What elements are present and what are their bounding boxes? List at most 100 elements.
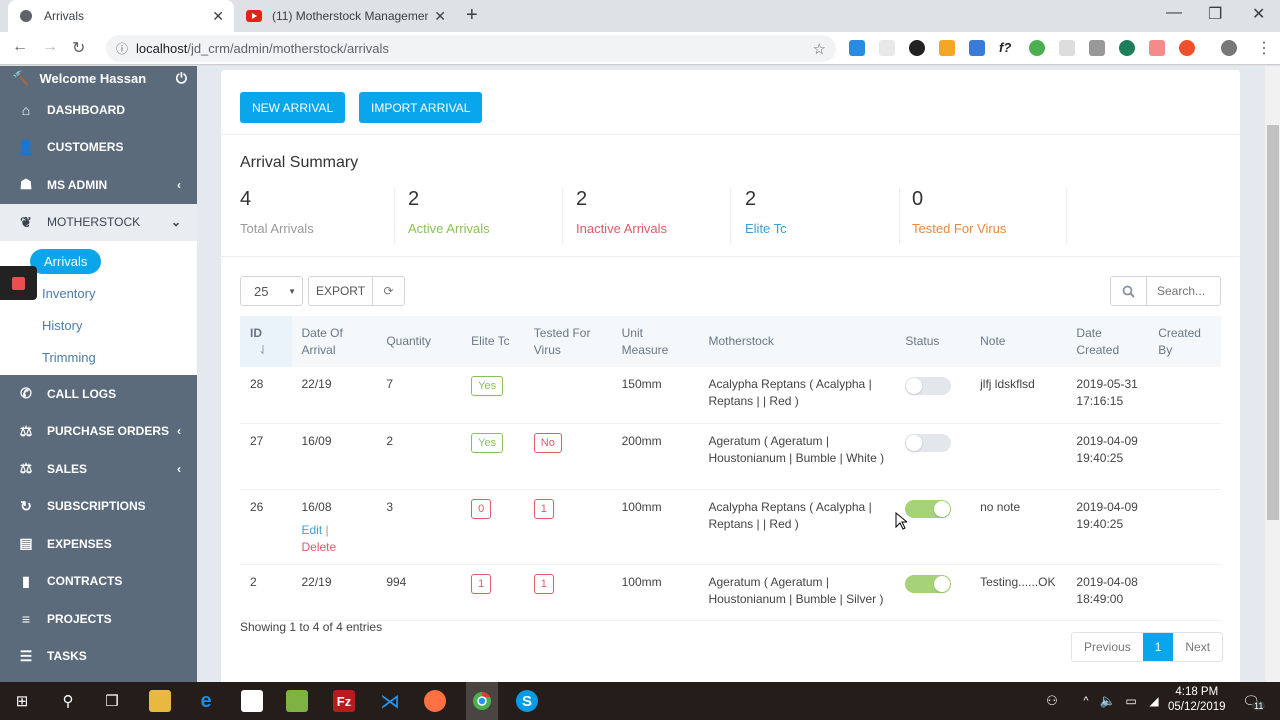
import-arrival-button[interactable]: IMPORT ARRIVAL — [359, 92, 483, 123]
sidebar-item-dashboard[interactable]: ⌂ DASHBOARD — [0, 91, 197, 129]
battery-icon[interactable]: ▭ — [1120, 690, 1142, 712]
file-icon: ▮ — [22, 572, 30, 589]
task-view-icon[interactable]: ❒ — [101, 690, 123, 712]
restore-button[interactable]: ❐ — [1208, 4, 1222, 24]
submenu-history[interactable]: History — [0, 309, 197, 341]
delete-link[interactable]: Delete — [302, 540, 337, 554]
chrome-icon[interactable] — [466, 682, 498, 720]
wifi-icon[interactable]: ◢ — [1143, 690, 1165, 712]
page-1-button[interactable]: 1 — [1142, 633, 1174, 661]
back-icon[interactable]: ← — [12, 38, 28, 56]
column-header-quantity[interactable]: Quantity — [376, 316, 462, 367]
search-input[interactable] — [1146, 276, 1221, 306]
extension-icon[interactable] — [939, 40, 955, 56]
scrollbar-thumb[interactable] — [1267, 125, 1279, 520]
column-header-status[interactable]: Status — [895, 316, 971, 367]
search-icon[interactable]: ⚲ — [57, 690, 79, 712]
system-clock[interactable]: 4:18 PM 05/12/2019 — [1168, 685, 1226, 715]
column-header-motherstock[interactable]: Motherstock — [698, 316, 896, 367]
close-icon[interactable]: ✕ — [212, 8, 224, 25]
status-toggle[interactable] — [905, 499, 952, 518]
vscode-icon[interactable]: ⋊ — [379, 690, 401, 713]
sidebar-item-contracts[interactable]: ▮ CONTRACTS — [0, 563, 197, 601]
column-header-date-created[interactable]: Date Created — [1066, 316, 1149, 367]
minimize-button[interactable]: — — [1166, 4, 1182, 22]
extension-icon[interactable] — [1029, 40, 1045, 56]
column-header-note[interactable]: Note — [970, 316, 1067, 367]
extension-icon[interactable] — [1179, 40, 1195, 56]
status-toggle[interactable] — [905, 377, 952, 395]
recording-stop-button[interactable] — [0, 266, 37, 300]
refresh-icon: ↻ — [20, 497, 32, 514]
column-header-date-of-arrival[interactable]: Date Of Arrival — [291, 316, 377, 367]
store-icon[interactable] — [241, 690, 263, 712]
forward-icon[interactable]: → — [42, 38, 58, 56]
status-toggle[interactable] — [905, 433, 952, 452]
sidebar-item-call-logs[interactable]: ✆ CALL LOGS — [0, 375, 197, 413]
file-explorer-icon[interactable] — [149, 690, 171, 712]
power-icon[interactable]: ⏻ — [176, 70, 187, 87]
table-row[interactable]: 26 16/08 Edit | Delete 3 0 1 100mm Acaly… — [240, 489, 1221, 565]
extension-icon[interactable] — [1149, 40, 1165, 56]
filezilla-icon[interactable]: Fz — [333, 690, 355, 712]
stat-value: 2 — [745, 188, 757, 210]
close-window-button[interactable]: ✕ — [1252, 4, 1265, 24]
new-tab-button[interactable]: + — [466, 4, 478, 27]
page-size-select[interactable]: 25 ▼ — [240, 276, 303, 306]
bookmark-star-icon[interactable]: ☆ — [813, 40, 826, 58]
sidebar-item-expenses[interactable]: ▤ EXPENSES — [0, 525, 197, 563]
column-header-created-by[interactable]: Created By — [1148, 316, 1221, 367]
table-row[interactable]: 2 22/19 994 1 1 100mm Ageratum ( Ageratu… — [240, 564, 1221, 621]
sort-icon[interactable]: ⇃ — [258, 343, 268, 357]
edit-link[interactable]: Edit — [302, 523, 323, 537]
export-button[interactable]: EXPORT — [308, 276, 373, 306]
column-header-unit-measure[interactable]: Unit Measure — [611, 316, 699, 367]
stat-label: Inactive Arrivals — [576, 221, 668, 236]
column-header-tested-for-virus[interactable]: Tested For Virus — [523, 316, 612, 367]
reload-icon[interactable]: ↻ — [72, 38, 85, 58]
sidebar-item-subscriptions[interactable]: ↻ SUBSCRIPTIONS — [0, 488, 197, 526]
next-page-button[interactable]: Next — [1173, 633, 1222, 661]
refresh-button[interactable]: ⟳ — [372, 276, 405, 306]
extension-icon[interactable] — [1059, 40, 1075, 56]
table-row[interactable]: 27 16/09 2 Yes No 200mm Ageratum ( Agera… — [240, 423, 1221, 490]
edge-icon[interactable]: e — [195, 690, 217, 712]
camera-icon[interactable] — [1089, 40, 1105, 56]
people-icon[interactable]: ⚇ — [1041, 690, 1063, 712]
sidebar-item-projects[interactable]: ≡ PROJECTS — [0, 600, 197, 638]
volume-icon[interactable]: 🔈 — [1097, 690, 1119, 712]
sidebar-item-purchase-orders[interactable]: ⚖ PURCHASE ORDERS ‹ — [0, 413, 197, 451]
skype-icon[interactable]: S — [516, 690, 538, 712]
extension-icon[interactable]: f? — [999, 40, 1015, 56]
stat-active-arrivals: 2 Active Arrivals — [408, 188, 563, 244]
previous-page-button[interactable]: Previous — [1072, 633, 1143, 661]
extension-icon[interactable] — [849, 40, 865, 56]
submenu-trimming[interactable]: Trimming — [0, 341, 197, 373]
search-icon[interactable] — [1110, 276, 1147, 306]
new-arrival-button[interactable]: NEW ARRIVAL — [240, 92, 346, 123]
sidebar-item-tasks[interactable]: ☰ TASKS — [0, 638, 197, 676]
column-header-id[interactable]: ID ⇃ — [240, 316, 292, 367]
chevron-up-icon[interactable]: ^ — [1075, 690, 1097, 712]
sidebar-item-ms-admin[interactable]: ☗ MS ADMIN ‹ — [0, 166, 197, 204]
firefox-icon[interactable] — [424, 690, 446, 712]
tab-arrivals[interactable]: Arrivals ✕ — [8, 0, 234, 32]
menu-kebab-icon[interactable]: ⋮ — [1256, 38, 1272, 58]
sidebar-item-customers[interactable]: 👤 CUSTOMERS — [0, 129, 197, 167]
address-bar[interactable]: ⓘ localhost/jd_crm/admin/motherstock/arr… — [106, 35, 836, 62]
tab-youtube[interactable]: (11) Motherstock Management M ✕ — [236, 0, 456, 32]
profile-avatar[interactable] — [1221, 40, 1237, 56]
sidebar-item-sales[interactable]: ⚖ SALES ‹ — [0, 450, 197, 488]
table-row[interactable]: 28 22/19 7 Yes 150mm Acalypha Reptans ( … — [240, 367, 1221, 424]
extension-icon[interactable] — [969, 40, 985, 56]
notepad-plus-icon[interactable] — [286, 690, 308, 712]
sidebar-item-motherstock[interactable]: ❦ MOTHERSTOCK ⌄ — [0, 203, 197, 241]
extension-icon[interactable] — [879, 40, 895, 56]
file-text-icon: ▤ — [19, 535, 33, 552]
windows-start-icon[interactable]: ⊞ — [11, 690, 33, 712]
extension-icon[interactable] — [1119, 40, 1135, 56]
extension-icon[interactable] — [909, 40, 925, 56]
close-icon[interactable]: ✕ — [434, 8, 446, 25]
column-header-elite-tc[interactable]: Elite Tc — [461, 316, 524, 367]
status-toggle[interactable] — [905, 574, 952, 593]
